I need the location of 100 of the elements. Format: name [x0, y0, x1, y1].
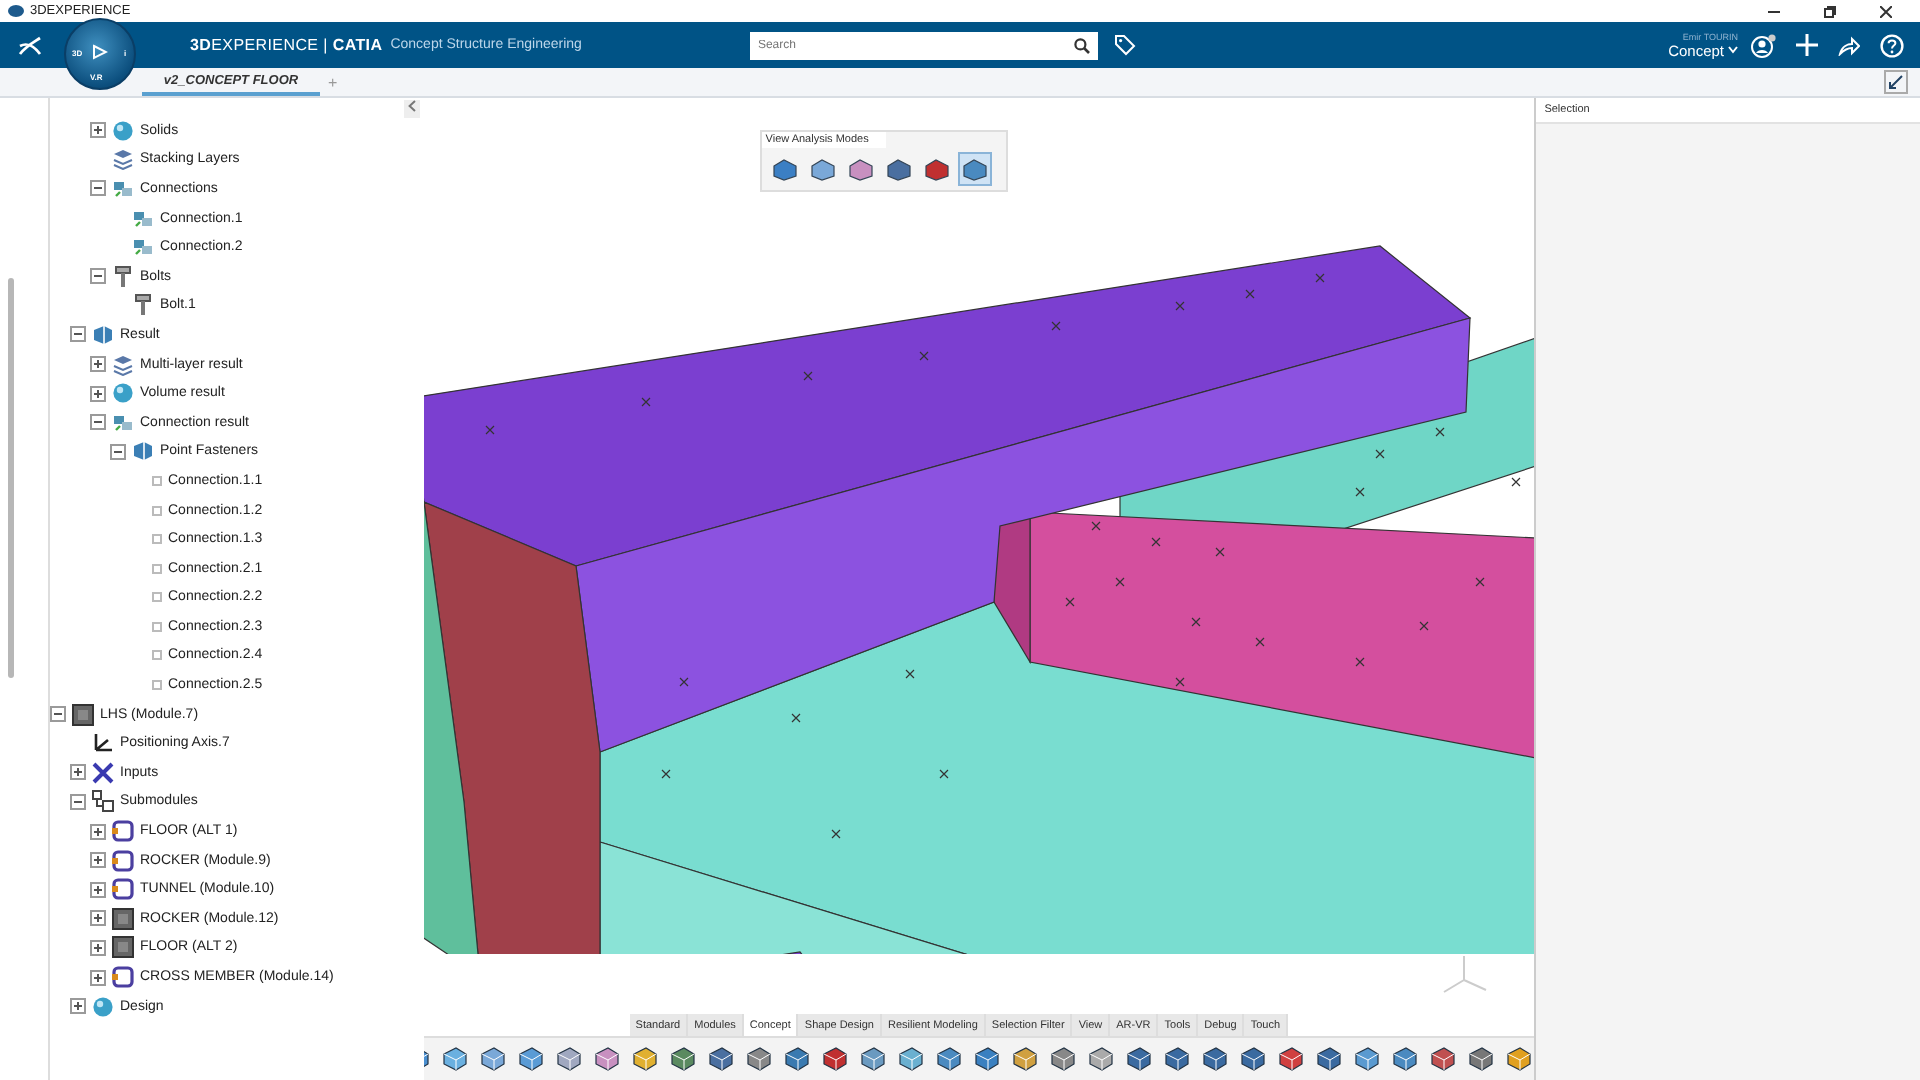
expand-toggle[interactable] — [90, 823, 106, 840]
plus-icon[interactable] — [1796, 34, 1818, 56]
collapse-icon[interactable] — [1884, 70, 1908, 94]
view-mode-tool[interactable] — [957, 152, 992, 186]
expand-toggle[interactable] — [90, 969, 106, 986]
plus-icon — [92, 941, 104, 954]
plus-icon — [92, 971, 104, 984]
point-icon — [152, 621, 162, 632]
sphere-icon — [112, 382, 134, 405]
tool-icon[interactable] — [1275, 1043, 1308, 1075]
plus-icon — [92, 358, 104, 371]
tool-icon[interactable] — [1161, 1043, 1194, 1075]
collapse-toggle[interactable] — [70, 326, 86, 343]
tool-icon[interactable] — [1465, 1043, 1498, 1075]
bolt-icon — [112, 265, 134, 288]
expand-toggle[interactable] — [90, 356, 106, 373]
chevron-left-icon — [407, 100, 416, 112]
user-icon[interactable] — [1750, 33, 1776, 57]
tool-icon[interactable] — [1503, 1043, 1535, 1075]
bolt-icon — [132, 294, 154, 317]
tool-icon[interactable] — [857, 1043, 890, 1075]
axis-icon — [92, 732, 114, 755]
result-icon — [132, 440, 154, 463]
expand-toggle[interactable] — [90, 910, 106, 927]
expand-toggle[interactable] — [70, 998, 86, 1015]
tool-icon[interactable] — [743, 1043, 776, 1075]
expand-toggle[interactable] — [90, 939, 106, 956]
plus-icon — [92, 124, 104, 137]
tool-icon[interactable] — [1009, 1043, 1042, 1075]
point-icon — [152, 650, 162, 661]
share-icon[interactable] — [1838, 35, 1860, 55]
point-icon — [152, 505, 162, 516]
module-icon — [112, 966, 134, 989]
minus-icon — [52, 708, 64, 721]
play-icon — [92, 44, 108, 60]
layers-icon — [112, 353, 134, 376]
part-icon — [112, 907, 134, 930]
tool-icon[interactable] — [591, 1043, 624, 1075]
tool-icon[interactable] — [1389, 1043, 1422, 1075]
plus-icon — [72, 1000, 84, 1013]
expand-toggle[interactable] — [90, 122, 106, 139]
tool-icon[interactable] — [629, 1043, 662, 1075]
expand-toggle[interactable] — [90, 385, 106, 402]
tool-icon[interactable] — [1313, 1043, 1346, 1075]
tool-icon[interactable] — [1199, 1043, 1232, 1075]
close-icon[interactable] — [1880, 5, 1892, 17]
tool-icon[interactable] — [439, 1043, 472, 1075]
minus-icon — [72, 795, 84, 808]
collapse-toggle[interactable] — [50, 706, 66, 723]
tool-icon[interactable] — [1085, 1043, 1118, 1075]
app-logo-icon — [8, 4, 24, 18]
expand-toggle[interactable] — [90, 852, 106, 869]
tool-icon[interactable] — [705, 1043, 738, 1075]
brand-logo-icon — [16, 33, 44, 57]
tool-icon[interactable] — [971, 1043, 1004, 1075]
tool-icon[interactable] — [1427, 1043, 1460, 1075]
tool-icon[interactable] — [1123, 1043, 1156, 1075]
collapse-panel-button[interactable] — [403, 100, 420, 118]
point-icon — [152, 592, 162, 603]
tool-icon[interactable] — [933, 1043, 966, 1075]
inputs-icon — [92, 761, 114, 784]
scrollbar-thumb[interactable] — [7, 278, 13, 678]
collapse-toggle[interactable] — [90, 414, 106, 431]
tool-icon[interactable] — [1237, 1043, 1270, 1075]
tool-icon[interactable] — [1351, 1043, 1384, 1075]
tool-icon[interactable] — [667, 1043, 700, 1075]
sphere-icon — [92, 995, 114, 1018]
restore-icon[interactable] — [1824, 5, 1836, 17]
plus-icon — [92, 912, 104, 925]
tool-icon[interactable] — [515, 1043, 548, 1075]
collapse-toggle[interactable] — [70, 793, 86, 810]
connection-icon — [132, 207, 154, 230]
tag-icon[interactable] — [1113, 34, 1136, 56]
minus-icon — [92, 416, 104, 429]
tool-icon[interactable] — [895, 1043, 928, 1075]
caret-icon — [1728, 46, 1738, 54]
collapse-toggle[interactable] — [90, 268, 106, 285]
plus-icon — [92, 883, 104, 896]
help-icon[interactable] — [1880, 33, 1904, 57]
tool-icon[interactable] — [477, 1043, 510, 1075]
point-icon — [152, 563, 162, 574]
tool-icon[interactable] — [781, 1043, 814, 1075]
collapse-toggle[interactable] — [90, 180, 106, 197]
plus-icon — [92, 854, 104, 867]
result-icon — [92, 323, 114, 346]
connection-icon — [112, 411, 134, 434]
point-icon — [152, 680, 162, 691]
expand-toggle[interactable] — [90, 881, 106, 898]
tool-icon[interactable] — [1047, 1043, 1080, 1075]
minus-icon — [92, 182, 104, 195]
tool-icon[interactable] — [819, 1043, 852, 1075]
search-icon — [1073, 37, 1090, 53]
point-icon — [152, 475, 162, 486]
minimize-icon[interactable] — [1768, 5, 1780, 17]
plus-icon — [92, 825, 104, 838]
collapse-toggle[interactable] — [110, 443, 126, 460]
expand-toggle[interactable] — [70, 764, 86, 781]
minus-icon — [92, 270, 104, 283]
layers-icon — [112, 148, 134, 171]
tool-icon[interactable] — [553, 1043, 586, 1075]
